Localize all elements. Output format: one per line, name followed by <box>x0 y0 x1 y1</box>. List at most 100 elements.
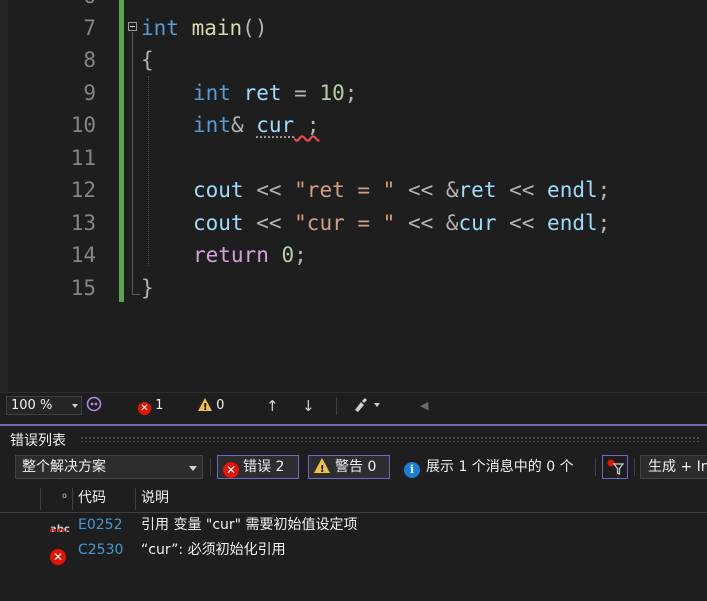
error-count-indicator[interactable]: ✕ 1 <box>138 397 163 415</box>
table-row[interactable]: abc E0252 引用 变量 "cur" 需要初始值设定项 <box>0 512 707 538</box>
code-editor[interactable]: 6 7 8 9 10 11 12 13 14 15 int main() { i… <box>0 0 707 392</box>
error-count: 1 <box>155 398 164 413</box>
sort-icon[interactable]: ⁰ <box>62 486 67 512</box>
code-line-13: cout << "cur = " << &cur << endl; <box>193 207 610 239</box>
identifier-token: cout <box>193 211 244 235</box>
fold-guide-end <box>132 294 140 295</box>
operator-token: << <box>243 178 295 202</box>
code-line-7: int main() <box>141 12 267 44</box>
error-code-link[interactable]: C2530 <box>78 537 123 563</box>
column-divider[interactable] <box>135 488 136 510</box>
code-line-8: { <box>141 44 154 76</box>
divider <box>595 458 596 476</box>
brace-token: } <box>141 276 154 300</box>
title-grip[interactable] <box>80 436 700 442</box>
identifier-token: ret <box>243 81 282 105</box>
keyword-token: return <box>193 243 269 267</box>
line-number: 15 <box>70 276 96 300</box>
divider <box>634 458 635 476</box>
error-list-title: 错误列表 <box>10 433 66 449</box>
line-number: 9 <box>83 81 96 105</box>
code-text[interactable]: int main() { int ret = 10; int& cur ; co… <box>141 0 610 300</box>
fold-guide <box>132 32 133 294</box>
error-code-link[interactable]: E0252 <box>78 512 122 538</box>
function-token: main <box>191 16 243 40</box>
warning-count: 0 <box>216 398 225 413</box>
error-list-toolbar: 整个解决方案 ✕错误 2 警告 0 i 展示 1 个消息中的 0 个 生成 + I… <box>0 452 707 482</box>
info-icon: i <box>404 462 420 478</box>
chevron-down-icon <box>72 404 78 408</box>
copilot-icon[interactable] <box>86 396 102 414</box>
operator-token: << <box>496 178 548 202</box>
error-icon: ✕ <box>50 542 66 568</box>
operator-token: << <box>243 211 295 235</box>
operator-token: << & <box>395 211 459 235</box>
divider <box>336 397 337 415</box>
keyword-token: int <box>141 16 179 40</box>
punct-token: () <box>242 16 268 40</box>
line-number: 12 <box>70 178 96 202</box>
messages-filter-label: 展示 1 个消息中的 0 个 <box>426 459 574 475</box>
filter-button[interactable] <box>602 455 628 479</box>
editor-status-bar: 100 % ✕ 1 0 ↑ ↓ ◀ <box>0 392 707 419</box>
line-number-gutter: 6 7 8 9 10 11 12 13 14 15 <box>8 0 96 392</box>
identifier-token: cur <box>256 113 295 137</box>
keyword-token: int <box>193 113 231 137</box>
errors-filter-button[interactable]: ✕ 错误 2 <box>217 455 299 479</box>
warnings-filter-button[interactable]: 警告 0 <box>308 455 390 481</box>
identifier-token: cur <box>458 211 497 235</box>
error-icon: ✕ <box>223 462 239 478</box>
column-header-description[interactable]: 说明 <box>141 486 169 512</box>
warning-count-indicator[interactable]: 0 <box>198 397 225 417</box>
string-token: "cur = " <box>294 211 396 235</box>
collapse-icon[interactable] <box>128 22 137 31</box>
divider <box>210 458 211 476</box>
line-number: 14 <box>70 243 96 267</box>
build-filter-value: 生成 + In <box>648 459 707 475</box>
error-squiggle-token: ; <box>294 113 320 137</box>
build-intellisense-dropdown[interactable]: 生成 + In <box>640 455 707 479</box>
code-line-15: } <box>141 272 154 304</box>
editor-margin <box>0 0 8 392</box>
string-token: "ret = " <box>294 178 396 202</box>
operator-token: = <box>281 81 320 105</box>
code-line-10: int& cur ; <box>193 109 319 141</box>
identifier-token: ret <box>458 178 497 202</box>
column-header-code[interactable]: 代码 <box>78 486 106 512</box>
line-number: 6 <box>8 0 96 12</box>
scroll-left-icon[interactable]: ◀ <box>420 397 428 415</box>
scope-value: 整个解决方案 <box>22 459 106 475</box>
punct-token: ; <box>597 178 611 202</box>
code-line-9: int ret = 10; <box>193 77 357 109</box>
warnings-filter-label: 警告 0 <box>335 459 377 475</box>
number-token: 0 <box>281 243 295 267</box>
warning-icon <box>198 398 212 417</box>
identifier-token: cout <box>193 178 244 202</box>
number-token: 10 <box>319 81 345 105</box>
arrow-down-icon[interactable]: ↓ <box>302 397 315 415</box>
operator-token: << & <box>395 178 459 202</box>
code-cleanup-button[interactable] <box>352 397 382 415</box>
punct-token: ; <box>344 81 358 105</box>
error-description: 引用 变量 "cur" 需要初始值设定项 <box>141 517 358 533</box>
brace-token: { <box>141 48 154 72</box>
line-number: 10 <box>70 113 96 137</box>
keyword-token: int <box>193 81 231 105</box>
punct-token: ; <box>597 211 611 235</box>
messages-filter-button[interactable]: i 展示 1 个消息中的 0 个 <box>404 455 574 479</box>
table-row[interactable]: ✕ C2530 “cur”: 必须初始化引用 <box>0 537 707 565</box>
operator-token: & <box>230 113 257 137</box>
chevron-down-icon <box>189 466 197 471</box>
line-number: 7 <box>83 16 96 40</box>
arrow-up-icon[interactable]: ↑ <box>266 397 279 415</box>
panel-divider <box>0 424 707 426</box>
scope-dropdown[interactable]: 整个解决方案 <box>15 455 203 479</box>
identifier-token: endl <box>547 178 598 202</box>
line-number: 13 <box>70 211 96 235</box>
operator-token: << <box>496 211 548 235</box>
code-line-14: return 0; <box>193 239 307 271</box>
column-divider[interactable] <box>40 488 41 510</box>
zoom-dropdown[interactable]: 100 % <box>6 396 82 415</box>
column-divider[interactable] <box>72 488 73 510</box>
error-description: “cur”: 必须初始化引用 <box>141 542 286 558</box>
